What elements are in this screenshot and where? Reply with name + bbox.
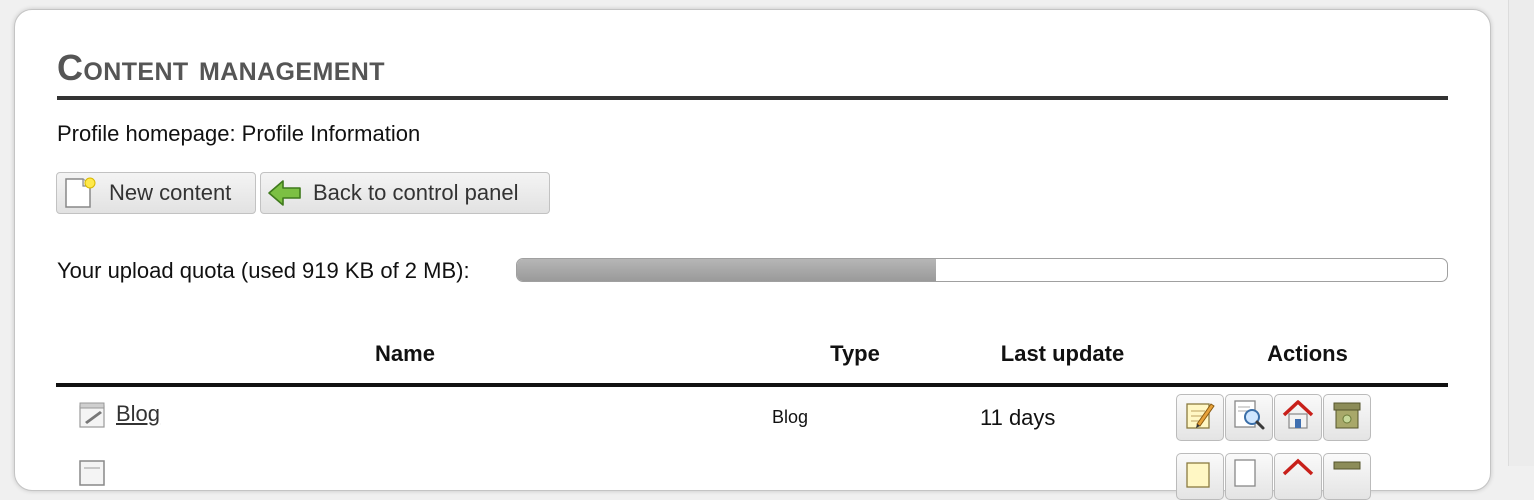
profile-homepage-text: Profile homepage: Profile Information — [57, 121, 421, 146]
blog-icon — [78, 401, 108, 434]
preview-icon — [1232, 457, 1266, 496]
column-header-actions: Actions — [1267, 341, 1348, 366]
new-content-label: New content — [109, 180, 232, 205]
page-title: Content management — [57, 47, 385, 88]
new-document-icon — [63, 177, 97, 209]
edit-button[interactable] — [1176, 453, 1224, 500]
scrollbar-track[interactable] — [1508, 0, 1534, 466]
archive-button[interactable] — [1323, 453, 1371, 500]
column-header-type[interactable]: Type — [780, 341, 930, 367]
archive-icon — [1330, 457, 1364, 496]
row-actions — [1176, 453, 1371, 500]
preview-button[interactable] — [1225, 453, 1273, 500]
edit-icon — [1183, 457, 1217, 496]
back-label: Back to control panel — [313, 180, 519, 205]
row-last-update: 11 days — [980, 405, 1056, 430]
column-header-last-update[interactable]: Last update — [960, 341, 1165, 367]
home-icon — [1281, 457, 1315, 496]
upload-quota-bar — [516, 258, 1448, 282]
set-homepage-button[interactable] — [1274, 453, 1322, 500]
row-actions — [1176, 394, 1371, 441]
home-icon — [1281, 398, 1315, 437]
set-homepage-button[interactable] — [1274, 394, 1322, 441]
archive-button[interactable] — [1323, 394, 1371, 441]
column-header-name[interactable]: Name — [60, 341, 750, 367]
title-divider — [57, 96, 1448, 100]
edit-button[interactable] — [1176, 394, 1224, 441]
back-to-control-panel-button[interactable]: Back to control panel — [260, 172, 550, 214]
upload-quota-fill — [517, 259, 936, 281]
row-name-link[interactable]: Blog — [116, 401, 160, 427]
preview-icon — [1232, 398, 1266, 437]
table-header-divider — [56, 383, 1448, 387]
upload-quota-label: Your upload quota (used 919 KB of 2 MB): — [57, 258, 470, 283]
new-content-button[interactable]: New content — [56, 172, 256, 214]
green-arrow-left-icon — [267, 177, 303, 209]
row-type: Blog — [772, 407, 809, 427]
archive-icon — [1330, 398, 1364, 437]
edit-icon — [1183, 398, 1217, 437]
document-icon — [78, 459, 108, 492]
preview-button[interactable] — [1225, 394, 1273, 441]
